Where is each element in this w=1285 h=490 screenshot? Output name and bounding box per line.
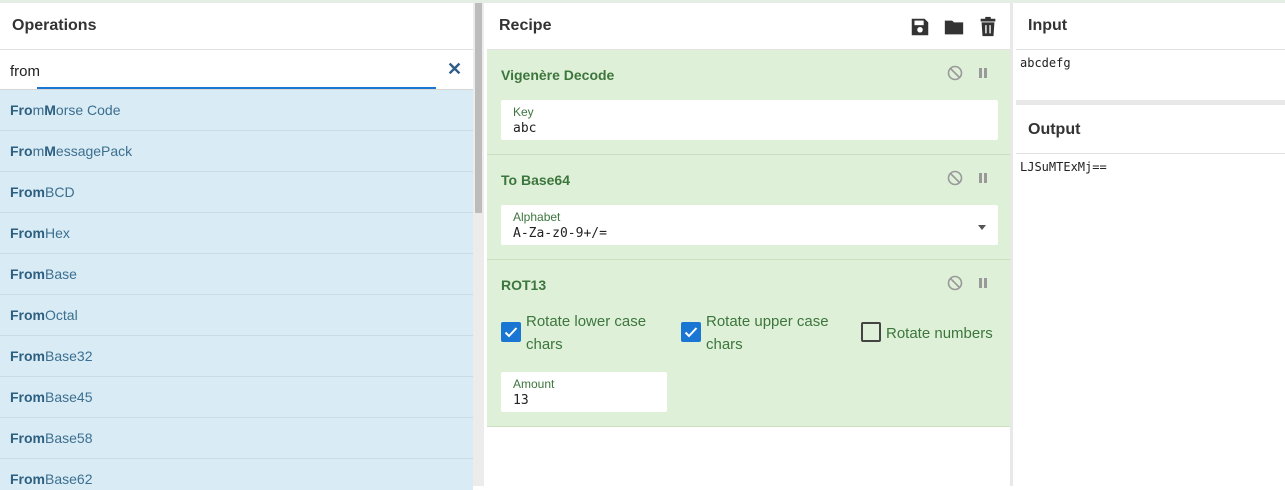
match-highlight: From bbox=[10, 471, 45, 487]
panel-divider[interactable] bbox=[1016, 100, 1285, 105]
io-panel: Input abcdefg Output LJSuMTExMj== bbox=[1016, 3, 1285, 486]
match-highlight: M bbox=[44, 102, 56, 118]
scrollbar[interactable] bbox=[473, 3, 484, 486]
disable-icon[interactable] bbox=[947, 65, 963, 81]
match-highlight: From bbox=[10, 266, 45, 282]
rotate-lower-checkbox[interactable] bbox=[501, 322, 521, 342]
trash-icon[interactable] bbox=[977, 16, 999, 38]
item-text: Base62 bbox=[45, 471, 93, 487]
item-text: Hex bbox=[45, 225, 70, 241]
list-item[interactable]: From Base62 bbox=[0, 459, 473, 490]
rotate-numbers-label[interactable]: Rotate numbers bbox=[886, 322, 993, 345]
match-highlight: From bbox=[10, 307, 45, 323]
recipe-step-to-base64: To Base64 Alphabet A-Za-z0-9+/= bbox=[487, 155, 1010, 260]
rotate-upper-label[interactable]: Rotate upper case chars bbox=[706, 310, 829, 356]
label-line: chars bbox=[706, 336, 743, 353]
step-title: Vigenère Decode bbox=[501, 67, 615, 83]
list-item[interactable]: From Octal bbox=[0, 295, 473, 336]
item-text: orse Code bbox=[55, 102, 121, 118]
recipe-step-vigenere-decode: Vigenère Decode Key abc bbox=[487, 50, 1010, 155]
input-textarea[interactable]: abcdefg bbox=[1020, 56, 1071, 70]
field-value: A-Za-z0-9+/= bbox=[513, 226, 607, 241]
list-item[interactable]: From BCD bbox=[0, 172, 473, 213]
search-underline bbox=[37, 87, 436, 89]
match-highlight: Fro bbox=[10, 102, 33, 118]
list-item[interactable]: From Base45 bbox=[0, 377, 473, 418]
amount-field[interactable]: Amount 13 bbox=[501, 372, 667, 412]
field-value: 13 bbox=[513, 393, 529, 408]
item-text: Base58 bbox=[45, 430, 93, 446]
label-line: chars bbox=[526, 336, 563, 353]
list-item[interactable]: From Base bbox=[0, 254, 473, 295]
recipe-step-rot13: ROT13 Rotate lower case chars Rotate upp… bbox=[487, 260, 1010, 427]
item-text: Base bbox=[45, 266, 77, 282]
item-text: Base32 bbox=[45, 348, 93, 364]
item-text: m bbox=[32, 143, 45, 159]
output-textarea[interactable]: LJSuMTExMj== bbox=[1020, 160, 1107, 174]
list-item[interactable]: From Hex bbox=[0, 213, 473, 254]
item-text: Base45 bbox=[45, 389, 93, 405]
close-icon[interactable]: ✕ bbox=[447, 60, 463, 78]
match-highlight: M bbox=[44, 143, 56, 159]
chevron-down-icon[interactable] bbox=[978, 225, 986, 230]
match-highlight: From bbox=[10, 348, 45, 364]
item-text: BCD bbox=[45, 184, 75, 200]
recipe-panel: Recipe Vigenère Decode Key abc To Base64… bbox=[487, 3, 1013, 486]
recipe-header: Recipe bbox=[487, 3, 1010, 50]
input-title: Input bbox=[1016, 3, 1285, 50]
scrollbar-thumb[interactable] bbox=[475, 3, 482, 213]
pause-icon[interactable] bbox=[975, 65, 991, 81]
item-text: essagePack bbox=[55, 143, 133, 159]
match-highlight: Fro bbox=[10, 143, 33, 159]
disable-icon[interactable] bbox=[947, 170, 963, 186]
rotate-numbers-checkbox[interactable] bbox=[861, 322, 881, 342]
field-label: Amount bbox=[513, 377, 555, 391]
match-highlight: From bbox=[10, 184, 45, 200]
operations-list: Fro m Morse Code Fro m MessagePack From BC… bbox=[0, 90, 473, 490]
match-highlight: From bbox=[10, 430, 45, 446]
field-label: Alphabet bbox=[513, 210, 561, 224]
match-highlight: From bbox=[10, 225, 45, 241]
search-input[interactable] bbox=[10, 60, 430, 82]
list-item[interactable]: From Base58 bbox=[0, 418, 473, 459]
operations-panel: Operations ✕ From Morse Code From Messag… bbox=[0, 3, 484, 490]
item-text: m bbox=[32, 102, 45, 118]
label-line: Rotate lower case bbox=[526, 313, 647, 330]
rotate-upper-checkbox[interactable] bbox=[681, 322, 701, 342]
match-highlight: From bbox=[10, 389, 45, 405]
save-icon[interactable] bbox=[909, 16, 931, 38]
step-title: To Base64 bbox=[501, 172, 570, 188]
pause-icon[interactable] bbox=[975, 275, 991, 291]
list-item[interactable]: From Base32 bbox=[0, 336, 473, 377]
label-line: Rotate upper case bbox=[706, 313, 829, 330]
field-value: abc bbox=[513, 121, 537, 136]
check-icon bbox=[504, 327, 518, 338]
alphabet-select[interactable]: Alphabet A-Za-z0-9+/= bbox=[501, 205, 998, 245]
step-title: ROT13 bbox=[501, 277, 547, 293]
search-bar: ✕ bbox=[0, 50, 484, 90]
output-title: Output bbox=[1016, 107, 1285, 154]
operations-title: Operations bbox=[0, 3, 484, 50]
disable-icon[interactable] bbox=[947, 275, 963, 291]
folder-icon[interactable] bbox=[943, 16, 965, 38]
item-text: Octal bbox=[45, 307, 78, 323]
recipe-title: Recipe bbox=[499, 17, 552, 34]
check-icon bbox=[684, 327, 698, 338]
list-item[interactable]: Fro m Morse Code bbox=[0, 90, 473, 131]
field-label: Key bbox=[513, 105, 534, 119]
rotate-lower-label[interactable]: Rotate lower case chars bbox=[526, 310, 646, 356]
pause-icon[interactable] bbox=[975, 170, 991, 186]
list-item[interactable]: Fro m MessagePack bbox=[0, 131, 473, 172]
key-field[interactable]: Key abc bbox=[501, 100, 998, 140]
